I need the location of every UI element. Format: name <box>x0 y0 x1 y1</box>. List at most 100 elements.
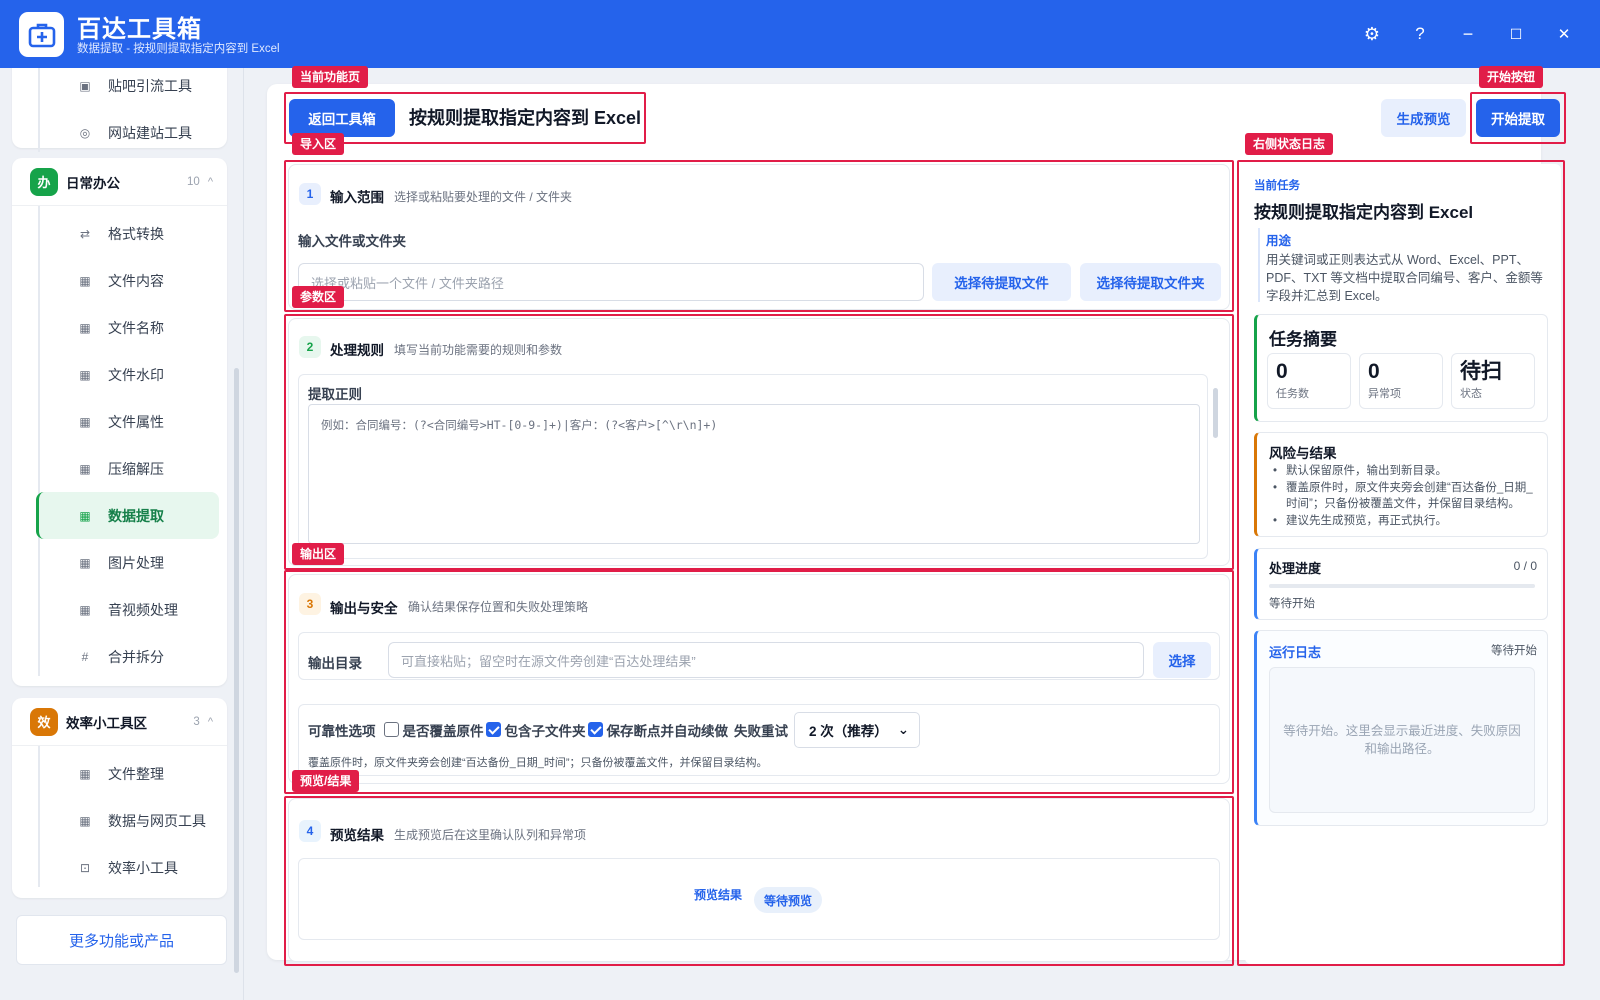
current-task-label: 当前任务 <box>1254 180 1300 192</box>
stat-label: 状态 <box>1460 388 1482 400</box>
section-desc: 填写当前功能需要的规则和参数 <box>394 343 563 357</box>
sidebar-item-label: 网站建站工具 <box>108 124 192 141</box>
sidebar-item-label: 文件内容 <box>108 272 164 289</box>
minimize-icon[interactable]: − <box>1454 20 1482 48</box>
stat-status: 待扫 状态 <box>1451 353 1535 409</box>
grid-icon: ▦ <box>79 602 91 617</box>
include-subfolders-checkbox[interactable] <box>485 721 501 737</box>
maximize-icon[interactable]: ☐ <box>1502 20 1530 48</box>
annotation-label-output: 输出区 <box>292 543 345 565</box>
step-number: 4 <box>299 820 321 842</box>
sidebar-item-label: 格式转换 <box>108 225 164 242</box>
resume-checkbox[interactable] <box>587 721 603 737</box>
sidebar-item-data-web[interactable]: ▦ 数据与网页工具 <box>36 797 219 844</box>
sidebar-item-tieba[interactable]: ▣ 贴吧引流工具 <box>36 68 219 109</box>
risk-title: 风险与结果 <box>1269 446 1337 461</box>
chevron-down-icon: ⌄ <box>897 722 909 737</box>
group-header[interactable]: 效 效率小工具区 3 ^ <box>12 698 227 746</box>
resume-label[interactable]: 保存断点并自动续做 <box>607 720 729 740</box>
hash-icon: # <box>81 649 89 664</box>
annotation-label-params: 参数区 <box>292 286 345 308</box>
group-header[interactable]: 办 日常办公 10 ^ <box>12 158 227 206</box>
grid-icon: ▦ <box>79 320 91 335</box>
group-badge: 效 <box>30 707 58 736</box>
sidebar-item-website[interactable]: ◎ 网站建站工具 <box>36 109 219 156</box>
close-icon[interactable]: ✕ <box>1550 20 1578 48</box>
sidebar-item-file-organize[interactable]: ▦ 文件整理 <box>36 750 219 797</box>
more-products-button[interactable]: 更多功能或产品 <box>16 915 227 965</box>
step-number: 2 <box>299 336 321 358</box>
choose-output-button[interactable]: 选择 <box>1153 642 1211 678</box>
stat-value: 待扫 <box>1460 360 1502 383</box>
sidebar-item-format-convert[interactable]: ⇄ 格式转换 <box>36 210 219 257</box>
sidebar-item-merge-split[interactable]: # 合并拆分 <box>36 633 219 680</box>
field-label: 输出目录 <box>308 656 362 671</box>
annotation-label-current-page: 当前功能页 <box>292 66 369 88</box>
textarea-scrollbar[interactable] <box>1213 388 1218 438</box>
sidebar: ▣ 贴吧引流工具 ◎ 网站建站工具 办 日常办公 10 ^ ⇄ 格式转换 ▦ 文件内容 … <box>0 68 244 1000</box>
page-title: 按规则提取指定内容到 Excel <box>409 108 642 128</box>
sidebar-item-label: 数据提取 <box>108 507 164 524</box>
grid-icon: ▣ <box>79 78 91 93</box>
chevron-up-icon[interactable]: ^ <box>208 716 213 728</box>
section-title: 输入范围 <box>330 190 384 205</box>
chevron-up-icon[interactable]: ^ <box>208 176 213 188</box>
output-dir-input[interactable]: 可直接粘贴；留空时在源文件旁创建“百达处理结果” <box>388 642 1144 678</box>
sidebar-item-image[interactable]: ▦ 图片处理 <box>36 539 219 586</box>
sidebar-group-partial: ▣ 贴吧引流工具 ◎ 网站建站工具 <box>12 68 227 152</box>
sidebar-group-efficiency: 效 效率小工具区 3 ^ ▦ 文件整理 ▦ 数据与网页工具 ⊡ 效率小工具 <box>12 698 227 898</box>
risk-item: 覆盖原件时，原文件夹旁会创建“百达备份_日期_时间”；只备份被覆盖文件，并保留目… <box>1269 480 1539 513</box>
grid-icon: ▦ <box>79 813 91 828</box>
include-subfolders-label[interactable]: 包含子文件夹 <box>505 720 586 740</box>
risk-item: 默认保留原件，输出到新目录。 <box>1269 463 1539 480</box>
sidebar-scrollbar[interactable] <box>234 368 239 973</box>
back-to-toolbox-button[interactable]: 返回工具箱 <box>289 99 395 137</box>
sidebar-item-data-extract[interactable]: ▦ 数据提取 <box>36 492 219 539</box>
section-title: 处理规则 <box>330 343 384 358</box>
retry-label: 失败重试 <box>734 724 788 739</box>
sidebar-item-label: 图片处理 <box>108 554 164 571</box>
overwrite-label[interactable]: 是否覆盖原件 <box>403 720 484 740</box>
pick-folder-button[interactable]: 选择待提取文件夹 <box>1080 263 1221 301</box>
pick-file-button[interactable]: 选择待提取文件 <box>932 263 1071 301</box>
overwrite-checkbox[interactable] <box>383 721 399 737</box>
app-title: 百达工具箱 <box>77 16 202 43</box>
section-title: 输出与安全 <box>330 601 398 616</box>
retry-select[interactable]: 2 次（推荐） ⌄ <box>794 712 920 748</box>
risk-card: 风险与结果 默认保留原件，输出到新目录。 覆盖原件时，原文件夹旁会创建“百达备份… <box>1254 432 1548 537</box>
sidebar-item-file-content[interactable]: ▦ 文件内容 <box>36 257 219 304</box>
retry-value: 2 次（推荐） <box>809 724 888 739</box>
sidebar-item-file-name[interactable]: ▦ 文件名称 <box>36 304 219 351</box>
section-title: 预览结果 <box>330 828 384 843</box>
annotation-label-import: 导入区 <box>292 133 345 155</box>
group-count: 3 <box>193 715 200 728</box>
summary-card: 任务摘要 0 任务数 0 异常项 待扫 状态 <box>1254 314 1548 422</box>
sidebar-item-label: 文件水印 <box>108 366 164 383</box>
field-label: 提取正则 <box>308 387 362 402</box>
group-name: 效率小工具区 <box>66 715 147 731</box>
help-icon[interactable]: ? <box>1406 20 1434 48</box>
progress-title: 处理进度 <box>1269 561 1322 576</box>
regex-textarea[interactable]: 例如：合同编号：(?<合同编号>HT-[0-9-]+)|客户：(?<客户>[^\… <box>308 404 1200 544</box>
globe-icon: ◎ <box>79 125 91 140</box>
grid-icon: ▦ <box>79 766 91 781</box>
annotation-label-right-log: 右侧状态日志 <box>1245 133 1334 155</box>
log-area: 等待开始。这里会显示最近进度、失败原因和输出路径。 <box>1269 667 1535 813</box>
input-path-field[interactable]: 选择或粘贴一个文件 / 文件夹路径 <box>298 263 924 301</box>
sidebar-item-compress[interactable]: ▦ 压缩解压 <box>36 445 219 492</box>
grid-icon: ▦ <box>79 508 91 523</box>
sidebar-item-file-watermark[interactable]: ▦ 文件水印 <box>36 351 219 398</box>
log-title: 运行日志 <box>1269 645 1322 660</box>
stat-label: 任务数 <box>1276 388 1309 400</box>
section-desc: 生成预览后在这里确认队列和异常项 <box>394 828 587 842</box>
stat-label: 异常项 <box>1368 388 1401 400</box>
sidebar-item-av[interactable]: ▦ 音视频处理 <box>36 586 219 633</box>
sidebar-item-file-attributes[interactable]: ▦ 文件属性 <box>36 398 219 445</box>
generate-preview-button[interactable]: 生成预览 <box>1381 99 1466 137</box>
start-extract-button[interactable]: 开始提取 <box>1476 99 1560 137</box>
settings-gear-icon[interactable]: ⚙ <box>1358 20 1386 48</box>
sidebar-item-label: 文件名称 <box>108 319 164 336</box>
sidebar-item-efficiency-tools[interactable]: ⊡ 效率小工具 <box>36 844 219 891</box>
app-subtitle: 数据提取 - 按规则提取指定内容到 Excel <box>77 43 280 55</box>
sidebar-item-label: 效率小工具 <box>108 859 178 876</box>
